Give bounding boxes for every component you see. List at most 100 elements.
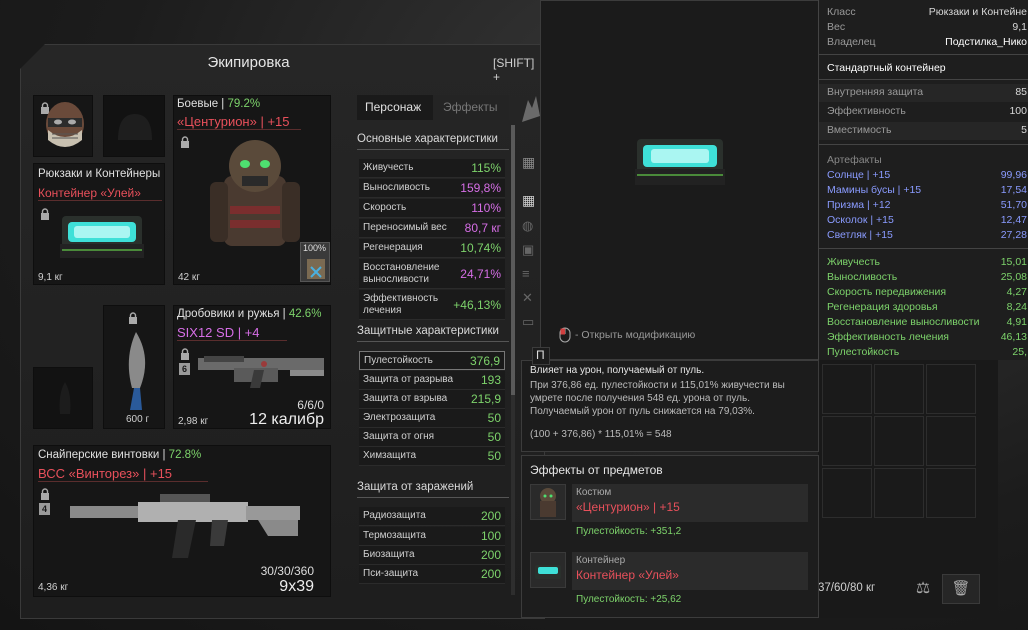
stat-row-selected[interactable]: Пулестойкость 376,9	[359, 351, 505, 370]
armor-durability: 100%	[303, 243, 327, 253]
stat-row: Защита от огня 50	[359, 428, 505, 447]
bonus-name: Скорость передвижения	[827, 286, 947, 298]
stat-value: 215,9	[470, 392, 501, 406]
tooltip-title: Влияет на урон, получаемый от пуль.	[530, 365, 705, 376]
bonus-row: Живучесть 15,01	[827, 256, 1027, 268]
stat-label: Пси-защита	[363, 568, 419, 579]
bonus-value: 46,13	[1000, 331, 1027, 343]
container-name: Контейнер «Улей»	[38, 186, 162, 201]
tip-label: Внутренняя защита	[827, 86, 924, 98]
melee-slot[interactable]: 600 г	[103, 305, 165, 429]
window-title: Экипировка	[207, 54, 290, 71]
stat-value: 200	[480, 509, 501, 523]
inventory-cell[interactable]	[874, 468, 924, 518]
inventory-cell[interactable]	[926, 416, 976, 466]
item-preview-window: - Открыть модификацию	[540, 0, 820, 360]
empty-slot[interactable]	[33, 367, 93, 429]
effect-category: Контейнер	[576, 555, 626, 566]
tip-label: Класс	[827, 6, 856, 18]
stat-label: Электрозащита	[363, 412, 436, 423]
armor-slot[interactable]: Боевые | 79.2% «Центурион» | +15 42 кг 1…	[173, 95, 331, 285]
tip-label: Владелец	[827, 36, 876, 48]
helmet-slot[interactable]	[103, 95, 165, 157]
stat-row: Живучесть 115%	[359, 159, 505, 178]
grid-icon[interactable]: ▦	[522, 192, 540, 210]
sniper-percent: 72.8%	[168, 449, 202, 461]
sniper-header: Снайперские винтовки | 72.8%	[38, 449, 202, 461]
stat-label: Выносливость	[363, 182, 430, 193]
tooltip-formula: (100 + 376,86) * 115,01% = 548	[530, 429, 672, 440]
inventory-cell[interactable]	[822, 416, 872, 466]
sniper-ammo: 30/30/360	[260, 564, 314, 578]
lock-icon	[128, 312, 138, 327]
knife-icon	[128, 332, 146, 410]
stat-row: Радиозащита 200	[359, 507, 505, 526]
shotgun-slot[interactable]: Дробовики и ружья | 42.6% SIX12 SD | +4 …	[173, 305, 331, 429]
inventory-cell[interactable]	[874, 364, 924, 414]
bonus-value: 25,08	[1000, 271, 1027, 283]
artifact-name: Светляк | +15	[827, 229, 893, 241]
bonus-name: Восстановление выносливости	[827, 316, 980, 328]
stats-scrollbar[interactable]	[511, 125, 515, 595]
tooltip-body: При 376,86 ед. пулестойкости и 115,01% ж…	[530, 379, 814, 418]
artifact-name: Призма | +12	[827, 199, 891, 211]
shotgun-name: SIX12 SD | +4	[177, 325, 287, 341]
inventory-cell[interactable]	[926, 468, 976, 518]
container-slot[interactable]: Рюкзаки и Контейнеры Контейнер «Улей» 9,…	[33, 163, 165, 285]
tooltip-line: При 376,86 ед. пулестойкости и 115,01% ж…	[530, 380, 785, 391]
trash-button[interactable]: 🗑	[942, 574, 980, 604]
inventory-cell[interactable]	[874, 416, 924, 466]
bonus-name: Пулестойкость	[827, 346, 900, 358]
box-icon[interactable]: ▭	[522, 314, 540, 332]
scrollbar-thumb[interactable]	[511, 125, 515, 395]
open-mod-hint[interactable]: - Открыть модификацию	[575, 329, 695, 341]
item-tooltip: Класс Рюкзаки и Контейне Вес 9,1 Владелец П…	[818, 0, 1028, 360]
stat-label: Биозащита	[363, 549, 415, 560]
tools-icon[interactable]: ✕	[522, 290, 540, 308]
stat-value: 50	[487, 411, 501, 425]
inventory-cell[interactable]	[822, 364, 872, 414]
side-toolbar: ▦ ▦ ◍ ▣ ≡ ✕ ▭	[520, 92, 542, 342]
inventory-cell[interactable]	[822, 468, 872, 518]
stats-panel: Персонаж Эффекты Основные характеристики…	[357, 95, 509, 607]
tooltip-heading: П	[532, 347, 550, 365]
stat-value: 24,71%	[460, 267, 501, 281]
bonus-row: Пулестойкость 25,	[827, 346, 1027, 358]
stat-row: Термозащита 100	[359, 527, 505, 546]
effect-card[interactable]: Контейнер Контейнер «Улей» Пулестойкость…	[530, 552, 808, 610]
inventory-cell[interactable]	[926, 364, 976, 414]
vss-vintorez-icon	[70, 494, 300, 558]
stat-row: Эффективность лечения +46,13%	[359, 290, 505, 320]
lock-icon	[40, 208, 50, 223]
bonus-name: Регенерация здоровья	[827, 301, 938, 313]
grenade-placeholder-icon	[59, 382, 71, 414]
tip-value: 9,1	[1012, 21, 1027, 33]
sniper-slot[interactable]: Снайперские винтовки | 72.8% ВСС «Винтор…	[33, 445, 331, 597]
tab-effects[interactable]: Эффекты	[433, 95, 509, 120]
equipment-window: Экипировка [SHIFT] + Рюкзаки и Контейнер…	[20, 44, 545, 619]
camera-icon[interactable]: ▣	[522, 242, 540, 260]
divider	[819, 54, 1028, 55]
container-hive-preview-icon	[635, 139, 725, 185]
grid-small-icon[interactable]: ▦	[522, 154, 540, 172]
defense-stats-title: Защитные характеристики	[357, 325, 509, 342]
tip-type: Стандартный контейнер	[827, 62, 946, 74]
sliders-icon[interactable]: ≡	[522, 266, 540, 284]
mask-slot[interactable]	[33, 95, 93, 157]
stat-label: Переносимый вес	[363, 222, 447, 233]
stat-value: 200	[480, 567, 501, 581]
shotgun-weight: 2,98 кг	[178, 416, 209, 427]
bonus-value: 8,24	[1006, 301, 1027, 313]
tooltip-line: умрете после получения 548 ед. урона от …	[530, 393, 750, 404]
tab-character[interactable]: Персонаж	[357, 95, 433, 120]
six12-shotgun-icon	[198, 356, 324, 388]
effect-item-name: «Центурион» | +15	[576, 500, 680, 514]
stat-row: Переносимый вес 80,7 кг	[359, 219, 505, 238]
shotgun-ammo: 6/6/0	[297, 398, 324, 412]
stat-value: 50	[487, 430, 501, 444]
artifact-row: Мамины бусы | +15 17,54	[827, 184, 1027, 196]
mouse-icon	[559, 327, 571, 346]
artifact-row: Призма | +12 51,70	[827, 199, 1027, 211]
globe-icon[interactable]: ◍	[522, 218, 540, 236]
effect-card[interactable]: Костюм «Центурион» | +15 Пулестойкость: …	[530, 484, 808, 542]
